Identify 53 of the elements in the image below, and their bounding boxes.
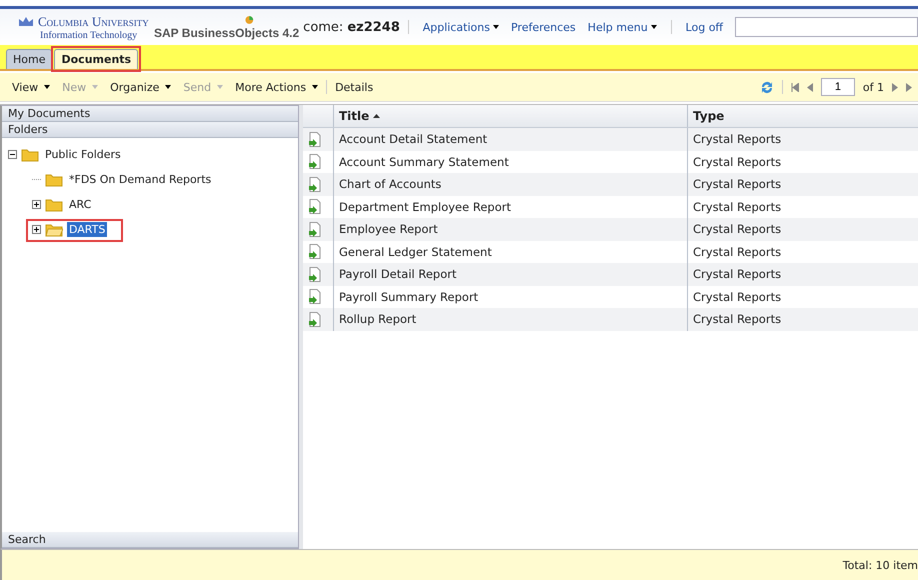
folder-item[interactable]: *FDS On Demand Reports (67, 172, 214, 187)
toolbar-button[interactable]: Details (329, 80, 380, 94)
search-field[interactable] (735, 17, 918, 37)
user-name: ez2248 (347, 20, 400, 34)
folder-icon (21, 148, 39, 162)
header-link[interactable]: Log off (686, 20, 723, 34)
section-header[interactable]: Search (2, 532, 298, 548)
open-folder-icon (45, 222, 63, 236)
column-header[interactable]: Title (333, 105, 687, 127)
page-count: of 1 (862, 80, 884, 94)
report-icon (308, 289, 321, 304)
toolbar-button[interactable]: Organize (104, 80, 178, 94)
report-icon (308, 312, 321, 327)
folder-item[interactable]: DARTS (67, 222, 108, 237)
report-icon (308, 266, 321, 282)
department-name: Information Technology (39, 30, 138, 40)
table-cell: Rollup Report (333, 308, 687, 330)
report-icon (308, 222, 321, 237)
product-name: SAP BusinessObjects 4.2 (154, 26, 300, 40)
header-link[interactable]: Help menu (588, 20, 657, 34)
university-name: Columbia University (18, 14, 156, 30)
tab[interactable]: Documents (54, 49, 138, 69)
table-cell: Crystal Reports (687, 308, 918, 330)
page-number-field[interactable]: 1 (820, 78, 855, 96)
sort-icon (373, 114, 380, 118)
report-icon (308, 154, 321, 170)
toolbar-button[interactable]: More Actions (229, 80, 324, 94)
section-header[interactable]: My Documents (2, 106, 298, 122)
first-page-icon[interactable] (790, 82, 799, 92)
header-link[interactable]: Applications (422, 20, 499, 34)
folder-item[interactable]: ARC (67, 197, 94, 212)
column-header[interactable]: Type (687, 105, 918, 127)
next-page-icon[interactable] (892, 82, 898, 92)
expand-icon[interactable] (32, 225, 41, 234)
header-link[interactable]: Preferences (510, 20, 576, 34)
folder-icon (45, 172, 63, 186)
report-icon (308, 176, 321, 192)
crown-icon (18, 16, 34, 27)
tab[interactable]: Home (6, 49, 52, 69)
welcome-text: come: (303, 20, 344, 34)
status-text: Total: 10 item (842, 558, 918, 572)
report-icon (308, 132, 321, 147)
report-icon (308, 244, 321, 260)
section-header[interactable]: Folders (2, 122, 298, 138)
refresh-icon[interactable] (760, 80, 774, 94)
folder-icon (45, 198, 63, 212)
toolbar-button[interactable]: View (6, 80, 56, 94)
last-page-icon[interactable] (906, 82, 912, 92)
collapse-icon[interactable] (8, 150, 17, 159)
previous-page-icon[interactable] (806, 82, 813, 92)
folder-item[interactable]: Public Folders (43, 147, 123, 162)
report-icon (308, 199, 321, 214)
expand-icon[interactable] (32, 200, 41, 209)
